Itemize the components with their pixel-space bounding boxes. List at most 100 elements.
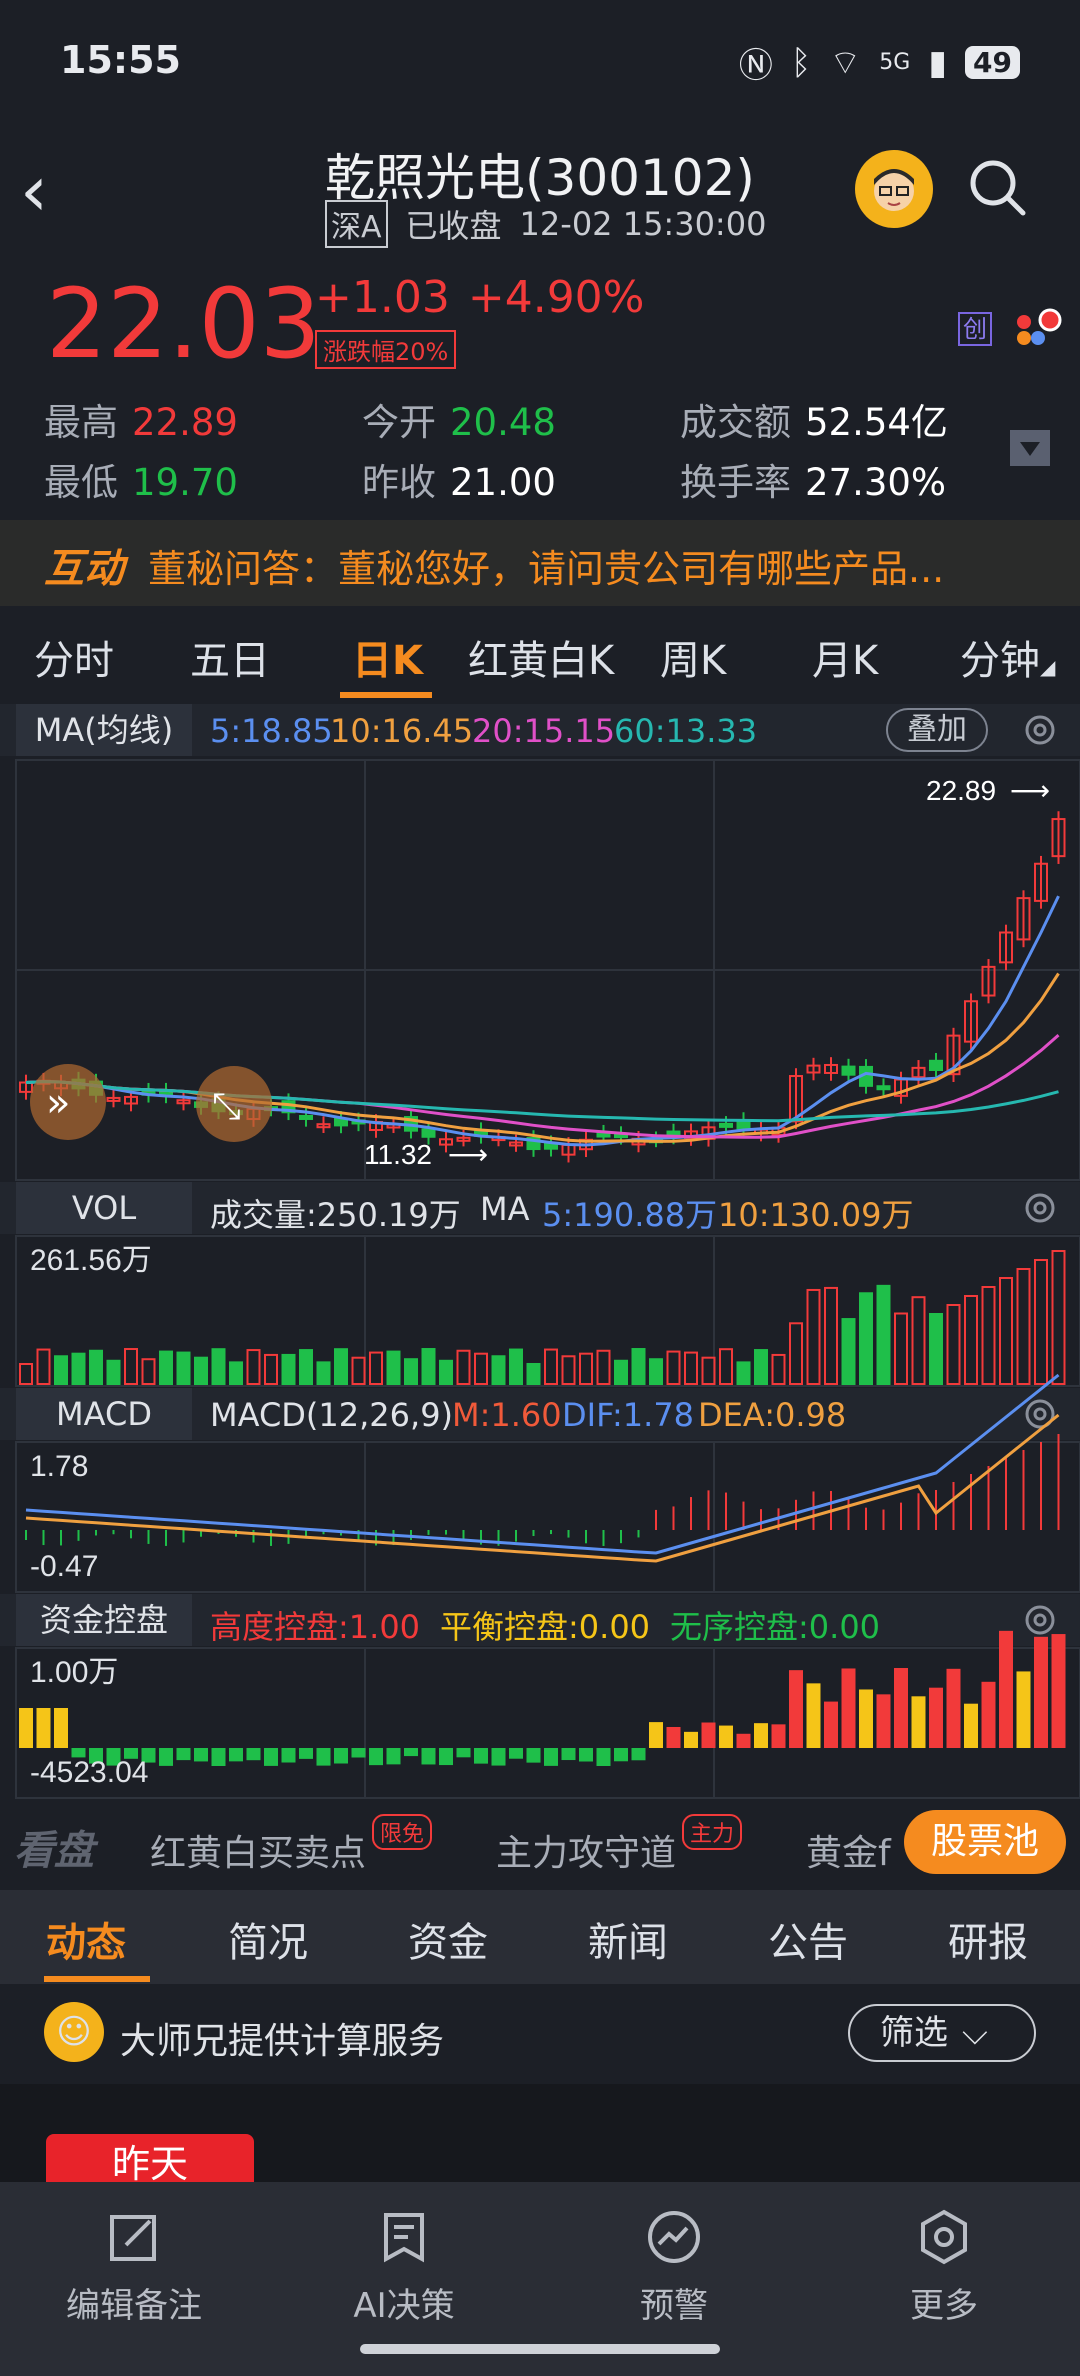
volume-bar [999, 1277, 1013, 1385]
nav-alert[interactable]: 预警 [574, 2202, 774, 2327]
volume-bar [649, 1358, 663, 1386]
change-percent: +4.90% [467, 272, 645, 323]
fund-bar [369, 1748, 383, 1766]
stat-high-label: 最高 [44, 401, 118, 444]
fund-bar [561, 1748, 576, 1761]
stat-amount: 成交额 52.54亿 [680, 392, 948, 446]
chevron-down-icon: ⌵ [962, 2013, 988, 2053]
volume-bar [474, 1352, 488, 1386]
fund-bar [579, 1748, 593, 1762]
volume-bar [211, 1348, 226, 1385]
volume-bar [876, 1284, 891, 1385]
fund-bar [246, 1748, 261, 1761]
volume-bar [614, 1359, 628, 1385]
tab-zijin[interactable]: 资金 [408, 1910, 488, 1968]
dif-line [25, 1373, 1060, 1555]
kanpan-item-buysell[interactable]: 红黄白买卖点 [150, 1824, 366, 1876]
fund-bar [1034, 1636, 1048, 1748]
nav-label: AI决策 [353, 2286, 455, 2326]
fund-bar [929, 1687, 943, 1748]
document-icon [384, 2213, 424, 2263]
fund-bar [211, 1748, 226, 1766]
fund-bar [1051, 1634, 1066, 1748]
volume-bar [159, 1350, 173, 1386]
fund-bar [19, 1708, 33, 1748]
app-dots-icon[interactable] [1012, 308, 1062, 348]
tab-xinwen[interactable]: 新闻 [588, 1910, 668, 1968]
kanpan-item-main[interactable]: 主力攻守道 [496, 1824, 676, 1876]
filter-button[interactable]: 筛选 ⌵ [848, 2004, 1036, 2062]
fund-bar [526, 1748, 541, 1763]
volume-bar [806, 1288, 821, 1386]
wifi-icon: ⌔ [829, 43, 862, 83]
change-value: +1.03 [315, 272, 450, 323]
volume-bar [579, 1352, 593, 1385]
fullscreen-button[interactable]: ⤡ [196, 1066, 272, 1142]
nav-label: 编辑备注 [66, 2286, 202, 2326]
candle-body [719, 1122, 733, 1128]
edit-icon [110, 2215, 156, 2261]
volume-bar [404, 1358, 418, 1386]
kline-chart[interactable]: 22.89 ⟶ 11.32 ⟶ 261.56万 1.78 -0.47 1.00万… [0, 460, 1080, 1800]
volume-bar [526, 1362, 541, 1386]
fund-bar [264, 1748, 278, 1766]
fund-bar [509, 1748, 523, 1759]
filter-label: 筛选 [880, 2013, 948, 2053]
fund-bar [491, 1748, 506, 1766]
volume-bar [264, 1353, 278, 1385]
tab-gonggao[interactable]: 公告 [768, 1910, 848, 1968]
candle-body [841, 1065, 856, 1076]
nav-edit-note[interactable]: 编辑备注 [34, 2202, 234, 2327]
nav-ai-decision[interactable]: AI决策 [304, 2202, 504, 2327]
fund-bar [596, 1748, 611, 1766]
bluetooth-icon: ᛒ [790, 42, 812, 83]
volume-bar [544, 1348, 558, 1386]
stat-open-value: 20.48 [450, 401, 556, 444]
volume-bar [509, 1348, 523, 1385]
fund-bar [631, 1748, 646, 1761]
stat-high: 最高 22.89 [44, 392, 238, 446]
fund-bar [386, 1748, 401, 1765]
fund-bar [544, 1748, 558, 1766]
volume-bar [176, 1351, 191, 1385]
fund-bar [439, 1748, 453, 1766]
fund-bar [316, 1748, 331, 1766]
volume-bar [929, 1313, 943, 1385]
volume-bar [386, 1350, 401, 1386]
fund-bar [194, 1748, 208, 1762]
volume-bar [229, 1361, 243, 1385]
tab-jiankuang[interactable]: 简况 [228, 1910, 308, 1968]
fund-bars-group [19, 1630, 1066, 1766]
volume-bar [789, 1322, 803, 1385]
min-arrow-icon: ⟶ [448, 1138, 488, 1171]
feed-section: 昨天 [0, 2084, 1080, 2194]
tab-dongtai[interactable]: 动态 [46, 1910, 126, 1968]
board-badge: 创 [958, 312, 992, 346]
kanpan-item-gold[interactable]: 黄金f [806, 1824, 891, 1876]
volume-bar [19, 1363, 33, 1385]
fund-bar [981, 1681, 996, 1748]
macd-group [25, 1373, 1060, 1563]
avatar[interactable] [855, 150, 933, 228]
fund-bar [334, 1748, 348, 1764]
macd-axis-min: -0.47 [30, 1550, 98, 1583]
volume-bar [246, 1349, 261, 1385]
nav-more[interactable]: 更多 [844, 2202, 1044, 2327]
badge-free: 限免 [372, 1814, 433, 1850]
signal-label: 5G [879, 50, 911, 75]
fund-bar [736, 1733, 751, 1748]
signal-icon: ▮ [928, 42, 948, 83]
badge-main: 主力 [682, 1814, 743, 1850]
fund-bar [176, 1748, 191, 1761]
volume-bar [124, 1348, 138, 1385]
scroll-left-button[interactable]: » [30, 1064, 106, 1140]
stock-pool-button[interactable]: 股票池 [904, 1810, 1066, 1874]
double-chevron-icon: » [46, 1080, 70, 1126]
fund-bar [421, 1748, 436, 1765]
fund-axis-min: -4523.04 [30, 1756, 148, 1789]
search-icon[interactable] [965, 155, 1029, 219]
volume-bar [981, 1286, 996, 1385]
news-tabs: 动态 简况 资金 新闻 公告 研报 [0, 1890, 1080, 1984]
tab-yanbao[interactable]: 研报 [948, 1910, 1028, 1968]
volume-bar [1034, 1259, 1048, 1385]
